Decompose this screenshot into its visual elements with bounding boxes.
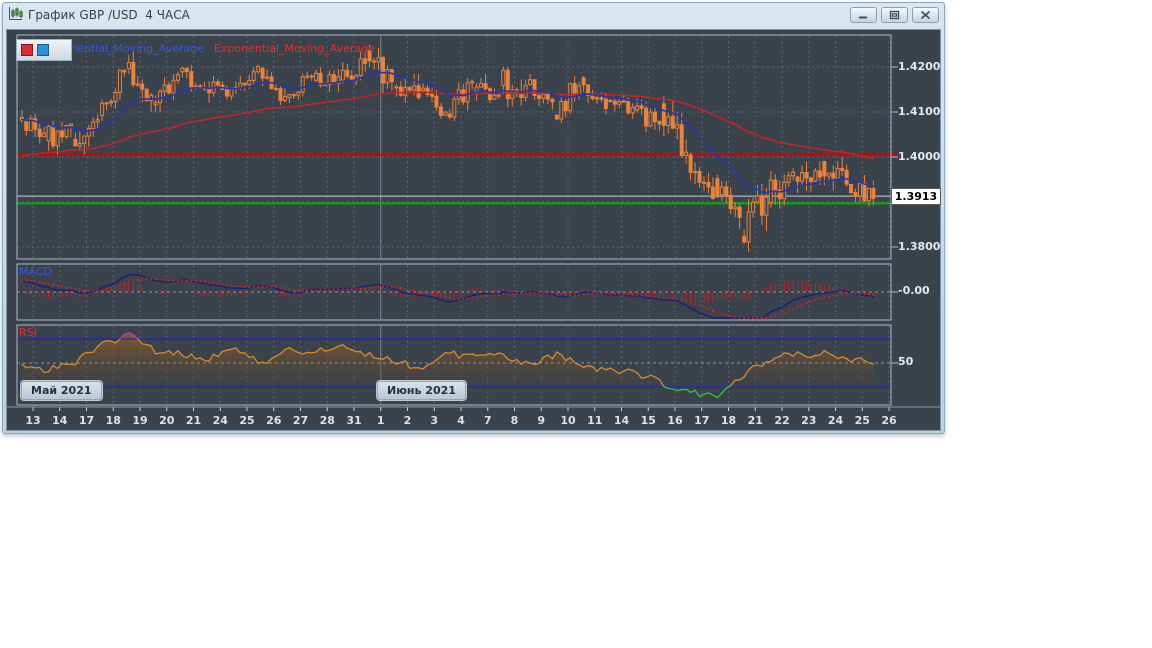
- date-axis-label: 17: [78, 414, 95, 427]
- price-axis-label: 1.4200: [898, 60, 941, 73]
- date-axis-label: 31: [346, 414, 362, 427]
- window-title: График GBP /USD 4 ЧАСА: [28, 8, 190, 22]
- chart-window: График GBP /USD 4 ЧАСА Exponential_Movin…: [2, 2, 945, 434]
- price-axis-label: 1.4000: [898, 150, 941, 163]
- date-axis-label: 15: [640, 414, 656, 427]
- restore-button[interactable]: [881, 7, 908, 23]
- date-axis-label: 18: [720, 414, 737, 427]
- date-axis-label: 14: [52, 414, 68, 427]
- price-axis-label: 1.3800: [898, 240, 941, 253]
- date-axis-label: 14: [613, 414, 630, 427]
- date-axis-label: 3: [430, 414, 439, 427]
- price-axis-label: 1.4100: [898, 105, 941, 118]
- date-axis-label: 23: [801, 414, 817, 427]
- indicator-red-toggle[interactable]: [21, 44, 33, 56]
- ema-slow-legend-label: Exponential_Moving_Average: [213, 42, 375, 55]
- month-tab-may: Май 2021: [21, 381, 102, 400]
- date-axis-label: 9: [537, 414, 546, 427]
- date-axis-label: 24: [212, 414, 228, 427]
- date-axis-label: 13: [25, 414, 41, 427]
- minimize-button[interactable]: [850, 7, 877, 23]
- macd-axis-label: -0.00: [898, 284, 930, 297]
- current-price-tag: 1.3913: [891, 188, 941, 205]
- date-axis-label: 28: [319, 414, 335, 427]
- date-axis-label: 25: [239, 414, 255, 427]
- close-button[interactable]: [912, 7, 939, 23]
- rsi-axis-label: 50: [898, 355, 914, 368]
- close-icon: [920, 10, 931, 20]
- date-axis-label: 24: [827, 414, 844, 427]
- chart-canvas[interactable]: [7, 30, 940, 430]
- date-axis-label: 22: [774, 414, 790, 427]
- month-tab-june: Июнь 2021: [377, 381, 466, 400]
- date-axis-label: 1: [376, 414, 385, 427]
- indicator-blue-toggle[interactable]: [37, 44, 49, 56]
- date-axis-label: 8: [510, 414, 519, 427]
- date-axis-label: 11: [587, 414, 603, 427]
- date-axis-label: 4: [457, 414, 465, 427]
- minimize-icon: [859, 16, 867, 18]
- date-axis-label: 20: [159, 414, 175, 427]
- date-axis-label: 21: [747, 414, 763, 427]
- date-axis-label: 21: [185, 414, 202, 427]
- date-axis-label: 27: [292, 414, 309, 427]
- date-axis-label: 7: [483, 414, 492, 427]
- date-axis-label: 25: [854, 414, 870, 427]
- chart-client-area: Exponential_Moving_Average Exponential_M…: [6, 29, 941, 431]
- date-axis-label: 26: [881, 414, 897, 427]
- title-bar[interactable]: График GBP /USD 4 ЧАСА: [3, 3, 944, 27]
- macd-panel-label: MACD: [19, 265, 52, 278]
- candlestick-chart-icon: [8, 6, 23, 25]
- restore-icon: [889, 10, 900, 20]
- date-axis-label: 26: [266, 414, 282, 427]
- indicator-toggle-box: [16, 39, 72, 61]
- date-axis-label: 19: [132, 414, 148, 427]
- rsi-panel-label: RSI: [19, 326, 37, 339]
- indicator-legend: Exponential_Moving_Average Exponential_M…: [43, 42, 375, 55]
- date-axis-label: 10: [560, 414, 576, 427]
- date-axis-label: 18: [105, 414, 121, 427]
- date-axis-label: 2: [403, 414, 412, 427]
- date-axis-label: 17: [694, 414, 710, 427]
- window-controls: [850, 7, 939, 23]
- date-axis-label: 16: [667, 414, 683, 427]
